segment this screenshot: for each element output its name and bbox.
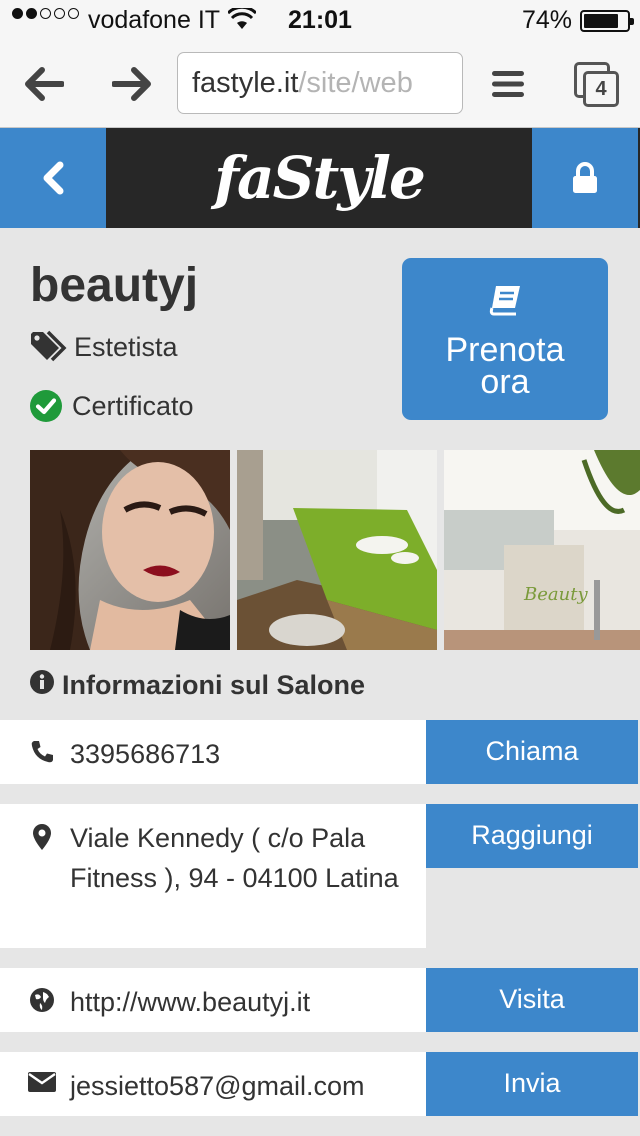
url-bar[interactable]: fastyle.it/site/web <box>177 52 463 114</box>
book-icon <box>488 284 522 321</box>
back-arrow-icon[interactable] <box>20 60 68 108</box>
send-email-button[interactable]: Invia <box>426 1052 638 1116</box>
certified-row: Certificato <box>30 390 194 422</box>
battery-percentage: 74% <box>521 6 572 34</box>
category-label: Estetista <box>74 331 178 362</box>
website-row: http://www.beautyj.it <box>0 968 426 1032</box>
tab-count: 4 <box>583 71 619 107</box>
book-now-label-line2: ora <box>480 363 530 401</box>
envelope-icon <box>28 1072 56 1092</box>
map-pin-icon <box>30 824 54 850</box>
phone-number: 3395686713 <box>70 739 221 769</box>
site-logo[interactable]: faStyle <box>106 128 532 228</box>
call-button[interactable]: Chiama <box>426 720 638 784</box>
address-row: Viale Kennedy ( c/o Pala Fitness ), 94 -… <box>0 804 426 948</box>
info-section-label: Informazioni sul Salone <box>62 670 366 700</box>
visit-button[interactable]: Visita <box>426 968 638 1032</box>
gallery-photo-3[interactable]: Beauty <box>444 450 640 650</box>
login-button[interactable] <box>532 128 638 228</box>
url-path: /site/web <box>298 67 413 99</box>
gallery-photo-1[interactable] <box>30 450 230 650</box>
certified-label: Certificato <box>72 390 194 421</box>
phone-icon <box>30 740 54 764</box>
directions-button[interactable]: Raggiungi <box>426 804 638 868</box>
battery-icon <box>580 10 634 32</box>
forward-arrow-icon[interactable] <box>108 60 156 108</box>
check-circle-icon <box>30 390 72 422</box>
gallery-photo-2[interactable] <box>237 450 437 650</box>
chevron-left-icon <box>43 161 64 195</box>
website-url: http://www.beautyj.it <box>70 987 311 1017</box>
email-row: jessietto587@gmail.com <box>0 1052 426 1116</box>
browser-toolbar: fastyle.it/site/web 4 <box>0 40 640 128</box>
tags-icon <box>30 330 74 364</box>
tabs-button[interactable]: 4 <box>574 62 620 108</box>
book-now-button[interactable]: Prenota ora <box>402 258 608 420</box>
url-host: fastyle.it <box>192 67 299 99</box>
globe-icon <box>30 988 54 1012</box>
status-bar: vodafone IT 21:01 74% <box>0 0 640 40</box>
email-address: jessietto587@gmail.com <box>70 1071 365 1101</box>
info-section-title: Informazioni sul Salone <box>30 670 365 701</box>
menu-icon[interactable] <box>484 60 532 108</box>
info-circle-icon <box>30 670 54 701</box>
lock-icon <box>573 162 597 193</box>
svg-text:Beauty: Beauty <box>523 584 588 605</box>
phone-row: 3395686713 <box>0 720 426 784</box>
back-button[interactable] <box>0 128 106 228</box>
salon-name: beautyj <box>30 259 199 312</box>
category-row: Estetista <box>30 330 178 364</box>
site-header: faStyle <box>0 128 640 228</box>
address-text: Viale Kennedy ( c/o Pala Fitness ), 94 -… <box>70 823 399 893</box>
book-now-label-line1: Prenota <box>445 331 565 369</box>
